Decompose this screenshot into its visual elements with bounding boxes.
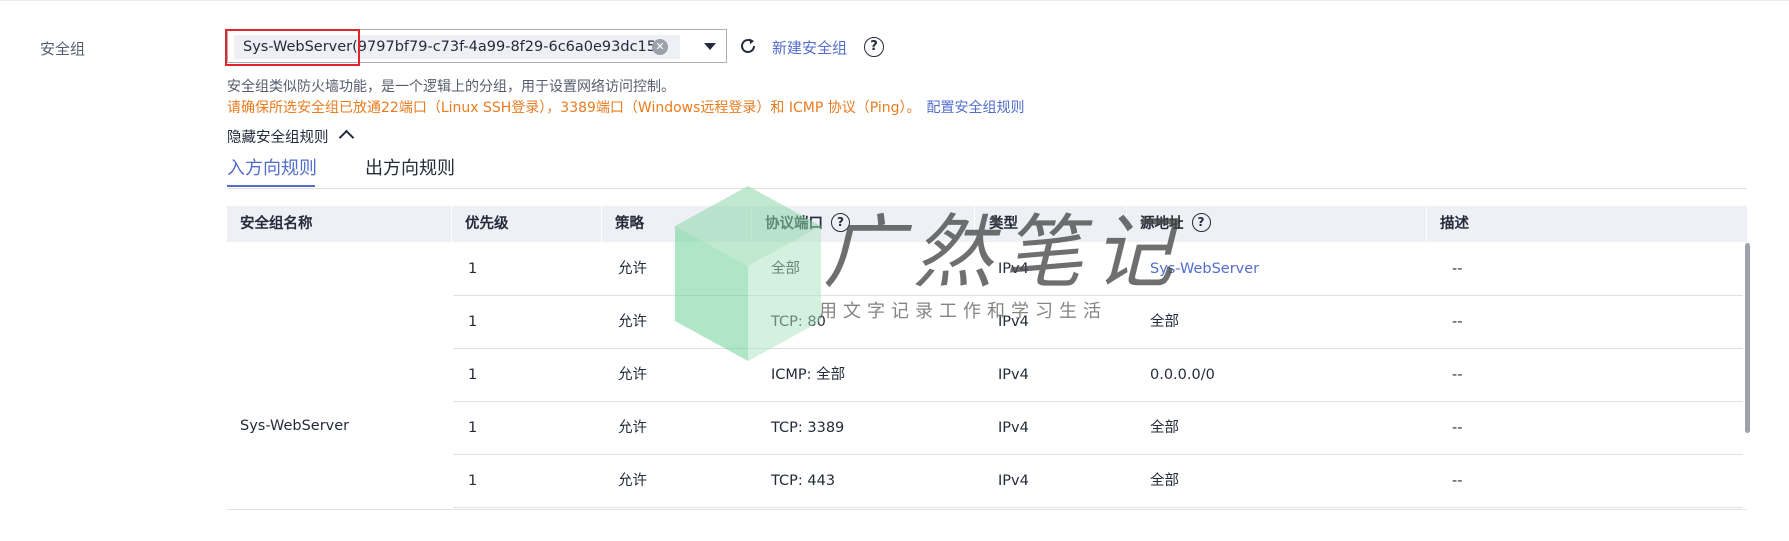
help-icon[interactable]: ? xyxy=(864,37,884,57)
chevron-up-icon xyxy=(338,129,354,146)
cell-description: -- xyxy=(1452,473,1463,489)
cell-priority: 1 xyxy=(468,261,478,277)
table-row: 1 允许 TCP: 3389 IPv4 全部 -- xyxy=(453,402,1743,455)
rules-tabs: 入方向规则 出方向规则 xyxy=(227,150,1747,189)
hide-rules-toggle[interactable]: 隐藏安全组规则 xyxy=(227,126,354,147)
cell-priority: 1 xyxy=(468,314,478,330)
cell-source: 全部 xyxy=(1150,420,1179,436)
clear-icon[interactable]: ✕ xyxy=(652,39,668,55)
hide-rules-label: 隐藏安全组规则 xyxy=(227,130,329,146)
table-row: 1 允许 TCP: 80 IPv4 全部 -- xyxy=(453,296,1743,349)
col-header-protocol-port: 协议端口? xyxy=(765,206,850,242)
refresh-icon[interactable] xyxy=(738,36,758,56)
tab-outbound-rules[interactable]: 出方向规则 xyxy=(365,154,455,180)
selected-security-group-text: Sys-WebServer(9797bf79-c73f-4a99-8f29-6c… xyxy=(243,39,662,55)
dropdown-arrow-icon[interactable] xyxy=(704,43,716,50)
header-divider xyxy=(974,206,975,242)
cell-protocol-port: TCP: 80 xyxy=(771,314,826,330)
col-header-source: 源地址? xyxy=(1140,206,1211,242)
header-divider xyxy=(751,206,752,242)
table-row: 1 允许 全部 IPv4 Sys-WebServer -- xyxy=(453,243,1743,296)
table-scrollbar[interactable] xyxy=(1745,243,1750,433)
cell-type: IPv4 xyxy=(998,367,1029,383)
selected-security-group-chip: Sys-WebServer(9797bf79-c73f-4a99-8f29-6c… xyxy=(234,35,680,59)
cell-protocol-port: ICMP: 全部 xyxy=(771,367,846,383)
cell-type: IPv4 xyxy=(998,420,1029,436)
col-header-source-label: 源地址 xyxy=(1140,216,1184,232)
cell-priority: 1 xyxy=(468,367,478,383)
cell-protocol-port: TCP: 443 xyxy=(771,473,836,489)
new-security-group-link[interactable]: 新建安全组 xyxy=(772,37,847,58)
cell-description: -- xyxy=(1452,314,1463,330)
cell-protocol-port: TCP: 3389 xyxy=(771,420,845,436)
source-help-icon[interactable]: ? xyxy=(1191,212,1211,232)
top-divider xyxy=(0,0,1789,1)
cell-action: 允许 xyxy=(618,314,647,330)
header-divider xyxy=(601,206,602,242)
cell-action: 允许 xyxy=(618,473,647,489)
cell-action: 允许 xyxy=(618,367,647,383)
cell-description: -- xyxy=(1452,420,1463,436)
configure-rules-link[interactable]: 配置安全组规则 xyxy=(927,100,1025,116)
cell-description: -- xyxy=(1452,367,1463,383)
col-header-description: 描述 xyxy=(1440,216,1469,232)
protocol-help-icon[interactable]: ? xyxy=(831,212,850,232)
cell-protocol-port: 全部 xyxy=(771,261,800,277)
group-name-cell: Sys-WebServer xyxy=(240,418,350,434)
cell-source: 全部 xyxy=(1150,473,1179,489)
col-header-group-name: 安全组名称 xyxy=(240,216,313,232)
table-row: 1 允许 TCP: 443 IPv4 全部 -- xyxy=(453,455,1743,508)
col-header-protocol-port-label: 协议端口 xyxy=(765,216,823,232)
col-header-type: 类型 xyxy=(989,216,1018,232)
header-divider xyxy=(1426,206,1427,242)
port-warning-text: 请确保所选安全组已放通22端口（Linux SSH登录），3389端口（Wind… xyxy=(227,100,921,116)
cell-priority: 1 xyxy=(468,420,478,436)
cell-priority: 1 xyxy=(468,473,478,489)
header-divider xyxy=(1126,206,1127,242)
security-group-select[interactable]: Sys-WebServer(9797bf79-c73f-4a99-8f29-6c… xyxy=(227,29,727,63)
col-header-priority: 优先级 xyxy=(465,216,509,232)
security-group-label: 安全组 xyxy=(40,40,86,58)
col-header-action: 策略 xyxy=(615,216,644,232)
tab-inbound-rules[interactable]: 入方向规则 xyxy=(227,154,317,180)
cell-type: IPv4 xyxy=(998,261,1029,277)
port-warning: 请确保所选安全组已放通22端口（Linux SSH登录），3389端口（Wind… xyxy=(227,97,1025,117)
table-bottom-border xyxy=(227,509,1747,510)
header-divider xyxy=(451,206,452,242)
cell-type: IPv4 xyxy=(998,473,1029,489)
security-group-hint: 安全组类似防火墙功能，是一个逻辑上的分组，用于设置网络访问控制。 xyxy=(227,79,675,95)
active-tab-indicator xyxy=(227,185,315,187)
rules-table-header: 安全组名称 优先级 策略 协议端口? 类型 源地址? 描述 xyxy=(227,206,1747,242)
cell-action: 允许 xyxy=(618,261,647,277)
cell-source: 0.0.0.0/0 xyxy=(1150,367,1215,383)
cell-source-link[interactable]: Sys-WebServer xyxy=(1150,243,1259,296)
table-row: 1 允许 ICMP: 全部 IPv4 0.0.0.0/0 -- xyxy=(453,349,1743,402)
cell-source: 全部 xyxy=(1150,314,1179,330)
cell-description: -- xyxy=(1452,261,1463,277)
cell-type: IPv4 xyxy=(998,314,1029,330)
cell-action: 允许 xyxy=(618,420,647,436)
